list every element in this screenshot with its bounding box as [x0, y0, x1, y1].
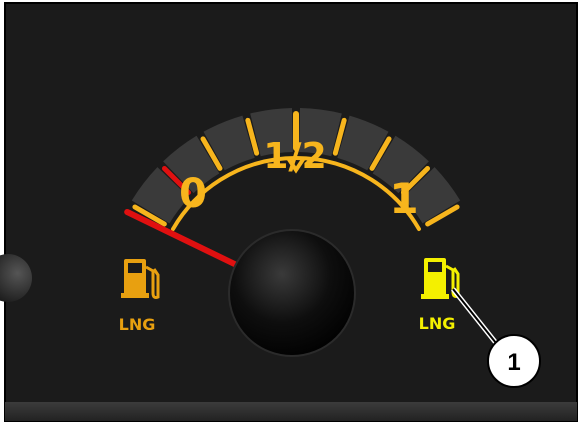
label-half: 1/2	[263, 136, 326, 177]
right-lng-indicator: LNG	[419, 258, 460, 333]
label-full: 1	[389, 174, 418, 223]
needle-hub	[228, 229, 356, 357]
callout-number: 1	[507, 349, 520, 376]
right-lng-label: LNG	[419, 314, 456, 333]
instrument-panel: 0 1/2 1 LNG LNG 1	[0, 2, 578, 422]
callout-marker: 1	[487, 334, 541, 388]
bottom-trim	[5, 402, 577, 421]
left-lng-label: LNG	[119, 315, 156, 334]
left-lng-indicator: LNG	[119, 259, 160, 334]
label-empty: 0	[179, 171, 207, 217]
